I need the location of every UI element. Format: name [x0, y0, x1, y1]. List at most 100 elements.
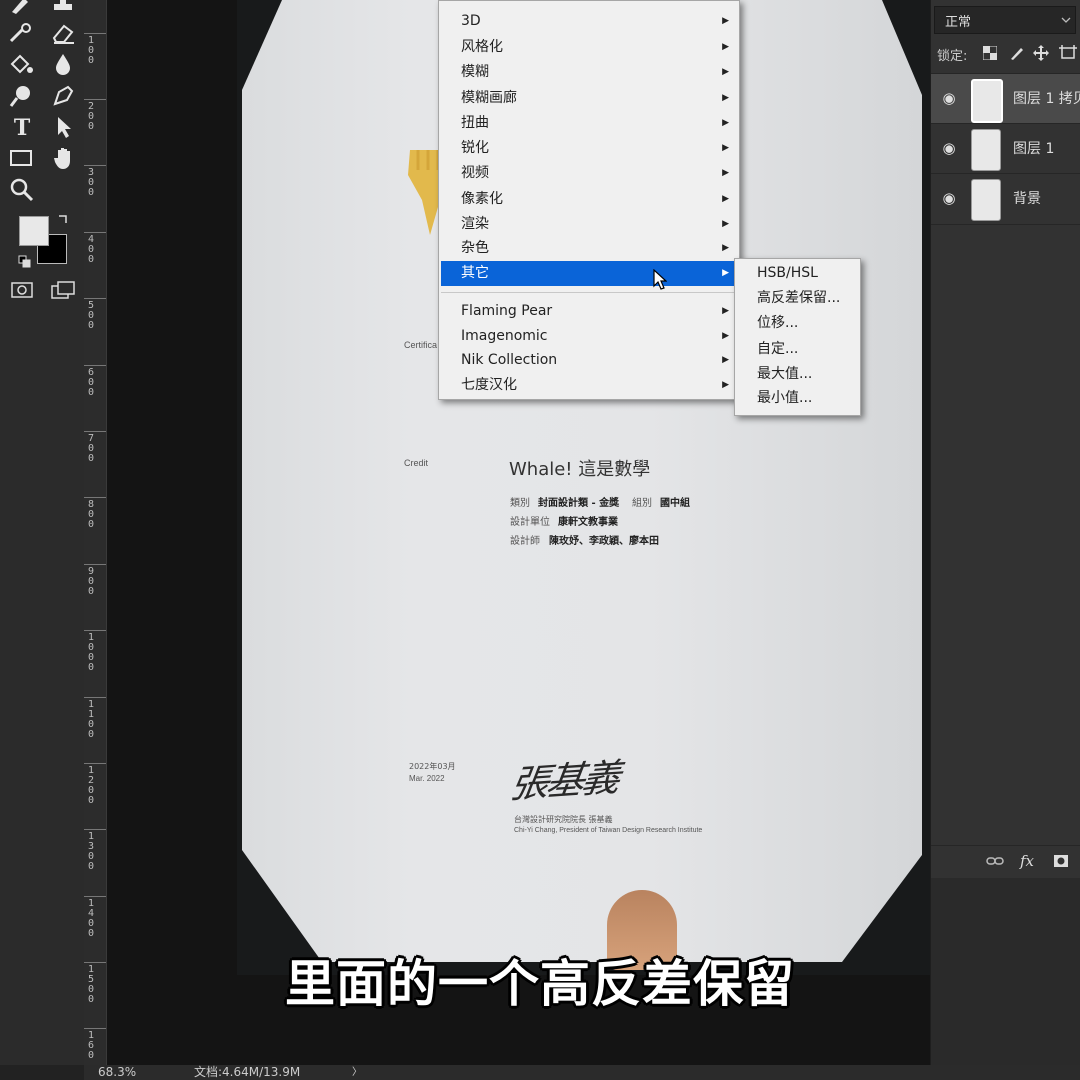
menu-item-other[interactable]: 其它 ▶ — [441, 261, 737, 286]
unit-value: 康軒文教事業 — [558, 517, 618, 528]
lock-image-pixels-icon[interactable] — [1009, 45, 1025, 61]
group-label: 組別 — [632, 498, 652, 509]
menu-item-nik-collection[interactable]: Nik Collection ▶ — [441, 348, 737, 373]
submenu-arrow-icon: ▶ — [722, 194, 729, 204]
submenu-arrow-icon: ▶ — [722, 42, 729, 52]
add-mask-icon[interactable] — [1053, 854, 1069, 868]
lock-position-icon[interactable] — [1033, 45, 1049, 61]
menu-item-label: 渲染 — [461, 216, 489, 232]
submenu-item-high-pass[interactable]: 高反差保留... — [737, 286, 858, 311]
visibility-eye-icon[interactable]: ◉ — [939, 138, 959, 158]
menu-item-sharpen[interactable]: 锐化 ▶ — [441, 136, 737, 161]
dodge-icon[interactable] — [8, 84, 34, 108]
layer-row-background[interactable]: ◉ 背景 — [931, 173, 1080, 225]
submenu-item-custom[interactable]: 自定... — [737, 337, 858, 362]
visibility-eye-icon[interactable]: ◉ — [939, 88, 959, 108]
blend-mode-select[interactable]: 正常 — [934, 6, 1076, 34]
ruler-tick: 1 6 0 — [88, 1030, 95, 1061]
menu-item-noise[interactable]: 杂色 ▶ — [441, 236, 737, 261]
ruler-tick: 1 4 0 0 — [88, 898, 95, 939]
submenu-item-minimum[interactable]: 最小值... — [737, 386, 858, 411]
eraser-icon[interactable] — [50, 22, 76, 44]
menu-item-label: Imagenomic — [461, 328, 548, 344]
menu-item-distort[interactable]: 扭曲 ▶ — [441, 111, 737, 136]
submenu-arrow-icon: ▶ — [722, 306, 729, 316]
menu-item-label: 风格化 — [461, 39, 503, 55]
healing-icon[interactable] — [8, 22, 34, 44]
submenu-arrow-icon: ▶ — [722, 243, 729, 253]
menu-item-imagenomic[interactable]: Imagenomic ▶ — [441, 324, 737, 349]
type-icon[interactable]: T — [8, 114, 36, 142]
screen-mode-icon[interactable] — [50, 280, 76, 300]
rectangle-icon[interactable] — [8, 146, 36, 170]
submenu-arrow-icon: ▶ — [722, 168, 729, 178]
link-layers-icon[interactable] — [986, 855, 1004, 867]
group-value: 國中組 — [660, 498, 690, 509]
certificate-label: Certifica — [404, 340, 438, 350]
submenu-item-hsb-hsl[interactable]: HSB/HSL — [737, 261, 858, 286]
zoom-icon[interactable] — [8, 176, 36, 204]
submenu-arrow-icon: ▶ — [722, 268, 729, 278]
submenu-arrow-icon: ▶ — [722, 143, 729, 153]
swap-colors-icon[interactable] — [56, 212, 70, 226]
submenu-item-offset[interactable]: 位移... — [737, 311, 858, 336]
menu-item-blur-gallery[interactable]: 模糊画廊 ▶ — [441, 86, 737, 111]
signer-title-en: Chi-Yi Chang, President of Taiwan Design… — [514, 827, 703, 834]
layer-row-layer1[interactable]: ◉ 图层 1 — [931, 123, 1080, 174]
pen-icon[interactable] — [50, 84, 76, 108]
ruler-tick: 1 1 0 0 — [88, 699, 95, 740]
submenu-arrow-icon: ▶ — [722, 331, 729, 341]
other-submenu: HSB/HSL 高反差保留... 位移... 自定... 最大值... 最小值.… — [734, 258, 861, 416]
fx-icon[interactable]: fx — [1020, 852, 1034, 870]
blur-drop-icon[interactable] — [50, 52, 76, 76]
ruler-tick: 3 0 0 — [88, 167, 95, 198]
credit-label: Credit — [404, 458, 429, 468]
zoom-level[interactable]: 68.3% — [98, 1065, 136, 1080]
category-value: 封面設計類 - 金獎 — [538, 498, 620, 509]
menu-item-stylize[interactable]: 风格化 ▶ — [441, 35, 737, 60]
ruler-tick: 1 2 0 0 — [88, 765, 95, 806]
ruler-tick: 1 0 0 0 — [88, 632, 95, 673]
lock-transparent-pixels-icon[interactable] — [983, 46, 997, 60]
tools-panel: T — [0, 0, 85, 1065]
signer-title-cn: 台灣設計研究院院長 張基義 — [514, 815, 613, 824]
visibility-eye-icon[interactable]: ◉ — [939, 188, 959, 208]
lock-artboard-icon[interactable] — [1059, 45, 1077, 61]
foreground-color-swatch[interactable] — [19, 216, 49, 246]
ruler-tick: 6 0 0 — [88, 367, 95, 398]
work-title: Whale! 這是數學 — [509, 459, 651, 480]
layer-thumbnail — [971, 129, 1001, 171]
unit-label: 設計單位 — [510, 517, 550, 528]
menu-item-render[interactable]: 渲染 ▶ — [441, 212, 737, 237]
hand-icon[interactable] — [50, 144, 78, 172]
menu-item-qidu-hanhua[interactable]: 七度汉化 ▶ — [441, 373, 737, 398]
submenu-arrow-icon: ▶ — [722, 219, 729, 229]
lock-label: 锁定: — [937, 49, 968, 64]
status-bar: 68.3% 文档:4.64M/13.9M 〉 — [84, 1065, 1080, 1080]
quick-mask-icon[interactable] — [10, 280, 34, 300]
ruler-tick: 9 0 0 — [88, 566, 95, 597]
path-select-icon[interactable] — [52, 114, 78, 140]
brush-icon[interactable] — [8, 0, 34, 14]
stamp-icon[interactable] — [50, 0, 76, 14]
paint-bucket-icon[interactable] — [8, 52, 34, 76]
menu-item-blur[interactable]: 模糊 ▶ — [441, 60, 737, 85]
designer-label: 設計師 — [510, 536, 540, 547]
menu-item-flaming-pear[interactable]: Flaming Pear ▶ — [441, 299, 737, 324]
menu-item-video[interactable]: 视频 ▶ — [441, 161, 737, 186]
default-colors-icon[interactable] — [17, 254, 31, 268]
submenu-arrow-icon: ▶ — [722, 67, 729, 77]
menu-separator — [441, 292, 737, 293]
handwritten-signature: 張基義 — [507, 755, 621, 807]
menu-item-3d[interactable]: 3D ▶ — [441, 9, 737, 34]
menu-item-pixelate[interactable]: 像素化 ▶ — [441, 187, 737, 212]
filter-menu: 3D ▶ 风格化 ▶ 模糊 ▶ 模糊画廊 ▶ 扭曲 ▶ 锐化 ▶ 视频 ▶ 像素化 ▶ 渲染 ▶ … — [438, 0, 740, 400]
layers-panel: 正常 锁定: ◉ 图层 1 拷贝 ◉ 图层 1 ◉ 背景 fx — [930, 0, 1080, 1080]
status-menu-arrow-icon[interactable]: 〉 — [352, 1065, 362, 1080]
submenu-arrow-icon: ▶ — [722, 355, 729, 365]
menu-item-label: 锐化 — [461, 140, 489, 156]
ruler-tick: 4 0 0 — [88, 234, 95, 265]
submenu-item-maximum[interactable]: 最大值... — [737, 362, 858, 387]
menu-item-label: Flaming Pear — [461, 303, 553, 319]
layer-row-layer1-copy[interactable]: ◉ 图层 1 拷贝 — [931, 73, 1080, 124]
